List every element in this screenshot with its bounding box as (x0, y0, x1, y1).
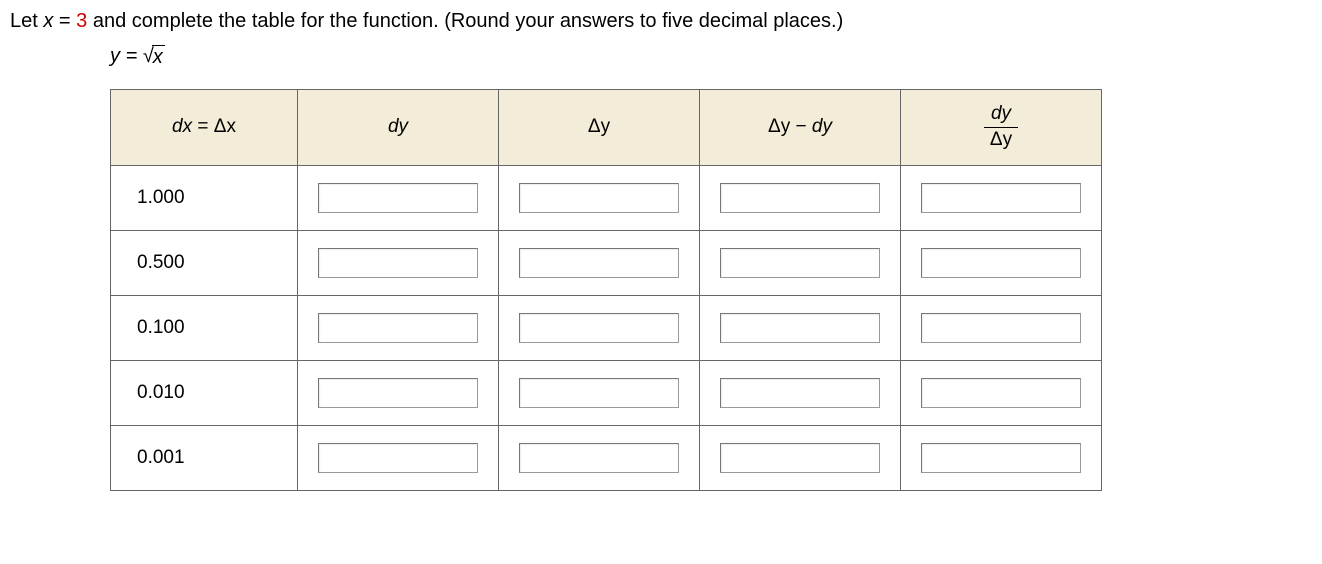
deltay-cell (499, 360, 700, 425)
ratio-input[interactable] (921, 378, 1081, 408)
diff-cell (700, 165, 901, 230)
ratio-input[interactable] (921, 443, 1081, 473)
dx-cell: 0.001 (111, 425, 298, 490)
header-deltay-minus-dy: Δy − dy (700, 90, 901, 166)
dx-cell: 1.000 (111, 165, 298, 230)
deltay-input[interactable] (519, 183, 679, 213)
deltay-cell (499, 165, 700, 230)
ratio-cell (901, 295, 1102, 360)
dy-cell (298, 425, 499, 490)
ratio-input[interactable] (921, 313, 1081, 343)
header-deltax-text: Δx (214, 116, 236, 137)
header-col4-dy: dy (812, 116, 832, 137)
data-table: dx = Δx dy Δy Δy − dy dy (110, 89, 1102, 491)
function-eq: = (126, 45, 143, 67)
deltay-cell (499, 295, 700, 360)
dy-cell (298, 360, 499, 425)
deltay-input[interactable] (519, 443, 679, 473)
ratio-input[interactable] (921, 183, 1081, 213)
diff-input[interactable] (720, 443, 880, 473)
diff-cell (700, 425, 901, 490)
problem-equals: = (59, 10, 76, 32)
header-col4-deltay: Δy (768, 116, 790, 137)
header-eq-text: = (197, 116, 213, 137)
dy-input[interactable] (318, 248, 478, 278)
ratio-cell (901, 230, 1102, 295)
ratio-cell (901, 425, 1102, 490)
fraction: dy Δy (984, 104, 1018, 151)
dy-cell (298, 295, 499, 360)
problem-prefix: Let (10, 10, 43, 32)
deltay-input[interactable] (519, 248, 679, 278)
problem-suffix: and complete the table for the function.… (93, 10, 843, 32)
dx-cell: 0.100 (111, 295, 298, 360)
deltay-cell (499, 425, 700, 490)
problem-statement: Let x = 3 and complete the table for the… (10, 10, 1312, 33)
header-deltay-text: Δy (588, 116, 610, 137)
table-row: 0.001 (111, 425, 1102, 490)
deltay-input[interactable] (519, 313, 679, 343)
ratio-cell (901, 360, 1102, 425)
function-definition: y = √ x (110, 45, 1312, 69)
problem-var-x: x (43, 10, 53, 32)
dx-cell: 0.010 (111, 360, 298, 425)
header-dy-over-deltay: dy Δy (901, 90, 1102, 166)
sqrt-expression: √ x (143, 45, 165, 69)
dx-cell: 0.500 (111, 230, 298, 295)
fraction-num: dy (984, 104, 1018, 128)
table-row: 0.500 (111, 230, 1102, 295)
header-dy: dy (298, 90, 499, 166)
header-delta-y: Δy (499, 90, 700, 166)
dy-input[interactable] (318, 443, 478, 473)
dy-cell (298, 230, 499, 295)
fraction-den: Δy (984, 128, 1018, 151)
diff-input[interactable] (720, 248, 880, 278)
ratio-input[interactable] (921, 248, 1081, 278)
diff-cell (700, 360, 901, 425)
dy-input[interactable] (318, 313, 478, 343)
dy-cell (298, 165, 499, 230)
dy-input[interactable] (318, 378, 478, 408)
header-dx: dx = Δx (111, 90, 298, 166)
header-dy-text: dy (388, 116, 408, 137)
header-dx-text: dx (172, 116, 192, 137)
diff-cell (700, 230, 901, 295)
deltay-input[interactable] (519, 378, 679, 408)
header-col4-minus: − (796, 116, 812, 137)
deltay-cell (499, 230, 700, 295)
table-row: 1.000 (111, 165, 1102, 230)
diff-input[interactable] (720, 183, 880, 213)
problem-x-value: 3 (76, 10, 87, 32)
function-y: y (110, 45, 120, 67)
diff-cell (700, 295, 901, 360)
table-row: 0.010 (111, 360, 1102, 425)
diff-input[interactable] (720, 378, 880, 408)
diff-input[interactable] (720, 313, 880, 343)
table-header-row: dx = Δx dy Δy Δy − dy dy (111, 90, 1102, 166)
dy-input[interactable] (318, 183, 478, 213)
sqrt-radicand: x (152, 45, 165, 69)
ratio-cell (901, 165, 1102, 230)
table-row: 0.100 (111, 295, 1102, 360)
